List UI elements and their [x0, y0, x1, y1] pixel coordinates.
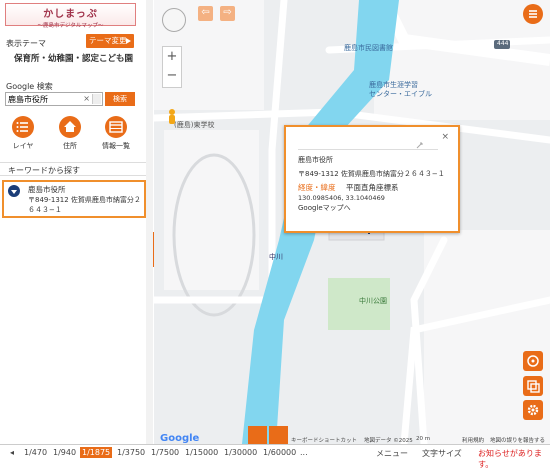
- zoom-in-button[interactable]: +: [163, 47, 181, 67]
- address-label: 住所: [63, 142, 77, 150]
- back-arrow-icon[interactable]: ⇦: [198, 6, 213, 21]
- info-list-label: 情報一覧: [102, 142, 130, 150]
- dropdown-icon[interactable]: [92, 94, 101, 104]
- layer-tool[interactable]: レイヤ: [3, 116, 43, 151]
- search-button[interactable]: 検索: [105, 92, 135, 106]
- scale-1-1875[interactable]: 1/1875: [80, 447, 113, 458]
- theme-label: 表示テーマ: [6, 39, 46, 48]
- address-tool[interactable]: 住所: [50, 116, 90, 151]
- search-box: ×: [5, 92, 103, 106]
- popup-coordinates: 130.0985406, 33.1040469: [298, 194, 385, 202]
- scale-1-60000[interactable]: 1/60000: [261, 447, 298, 458]
- scale-more[interactable]: ...: [298, 447, 310, 458]
- menu-link[interactable]: メニュー: [374, 447, 410, 460]
- pin-list-icon[interactable]: [248, 426, 267, 444]
- location-icon[interactable]: [523, 351, 543, 371]
- result-name: 鹿島市役所: [28, 185, 66, 194]
- home-icon: [59, 116, 81, 138]
- theme-name: 保育所・幼稚園・認定こども園: [14, 54, 134, 64]
- layers-icon[interactable]: [523, 376, 543, 396]
- close-icon[interactable]: ×: [441, 132, 449, 142]
- logo-subtitle: 〜鹿島市デジタルマップ〜: [37, 23, 104, 29]
- popup-coord-system-tab[interactable]: 平面直角座標系: [346, 182, 399, 193]
- info-popup: × 鹿島市役所 〒849-1312 佐賀県鹿島市納富分２６４３−１ 経度・緯度 …: [284, 125, 460, 233]
- gear-icon[interactable]: [523, 400, 543, 420]
- result-address: 〒849-1312 佐賀県鹿島市納富分２６４３−１: [28, 196, 141, 214]
- info-list-tool[interactable]: 情報一覧: [96, 116, 136, 151]
- map-scale: 20 m: [416, 436, 431, 442]
- app-logo[interactable]: かしまっぷ 〜鹿島市デジタルマップ〜: [5, 3, 136, 29]
- forward-arrow-icon[interactable]: ⇨: [220, 6, 235, 21]
- scale-1-7500[interactable]: 1/7500: [149, 447, 181, 458]
- theme-change-button[interactable]: テーマ変更: [86, 34, 134, 48]
- scale-1-940[interactable]: 1/940: [51, 447, 78, 458]
- pegman-icon[interactable]: [166, 108, 178, 128]
- google-search-label: Google 検索: [6, 82, 53, 91]
- compass-control[interactable]: [162, 8, 186, 32]
- popup-title: 鹿島市役所: [298, 156, 333, 164]
- library-label: 鹿島市民図書館: [344, 44, 393, 52]
- terms-link[interactable]: 利用規約: [462, 436, 484, 444]
- park-label: 中川公園: [359, 297, 387, 305]
- zoom-control: + −: [162, 46, 182, 88]
- scale-1-470[interactable]: 1/470: [22, 447, 49, 458]
- lifelong-label-2: センター・エイブル: [369, 90, 432, 98]
- zoom-out-button[interactable]: −: [163, 67, 181, 87]
- scale-1-3750[interactable]: 1/3750: [115, 447, 147, 458]
- report-error-link[interactable]: 地図の誤りを報告する: [490, 436, 545, 444]
- keyboard-shortcuts-link[interactable]: キーボードショートカット: [291, 436, 357, 444]
- route-label: 444: [497, 40, 509, 47]
- sidebar-scrollbar[interactable]: [146, 0, 153, 444]
- footer: ◂ 1/470 1/940 1/1875 1/3750 1/7500 1/150…: [0, 444, 550, 469]
- layer-label: レイヤ: [12, 142, 34, 150]
- notice-link[interactable]: お知らせがあります。: [476, 447, 550, 471]
- menu-button[interactable]: [523, 4, 543, 24]
- river-label: 中川: [269, 253, 283, 261]
- search-result-item[interactable]: 鹿島市役所 〒849-1312 佐賀県鹿島市納富分２６４３−１: [2, 180, 146, 218]
- popup-address: 〒849-1312 佐賀県鹿島市納富分２６４３−１: [298, 170, 445, 178]
- sidebar: かしまっぷ 〜鹿島市デジタルマップ〜 表示テーマ テーマ変更 保育所・幼稚園・認…: [0, 0, 153, 444]
- pin-icon[interactable]: [269, 426, 288, 444]
- scale-1-15000[interactable]: 1/15000: [183, 447, 220, 458]
- expand-icon[interactable]: [416, 141, 428, 149]
- scale-1-30000[interactable]: 1/30000: [222, 447, 259, 458]
- table-icon: [105, 116, 127, 138]
- school-label: (鹿島)東学校: [174, 121, 215, 129]
- scale-prev[interactable]: ◂: [8, 447, 16, 458]
- clear-icon[interactable]: ×: [83, 94, 90, 103]
- google-logo: Google: [160, 433, 200, 444]
- logo-title: かしまっぷ: [43, 9, 98, 20]
- popup-latlon-tab[interactable]: 経度・緯度: [298, 182, 336, 193]
- location-pin-icon: [8, 185, 20, 197]
- text-size-link[interactable]: 文字サイズ: [420, 447, 464, 460]
- list-icon: [12, 116, 34, 138]
- google-maps-link[interactable]: Googleマップへ: [298, 203, 351, 213]
- keyword-search-header[interactable]: キーワードから探す: [0, 162, 150, 176]
- map-data-attribution: 地図データ ©2025: [364, 438, 413, 444]
- search-input[interactable]: [8, 94, 86, 105]
- divider: [298, 149, 438, 150]
